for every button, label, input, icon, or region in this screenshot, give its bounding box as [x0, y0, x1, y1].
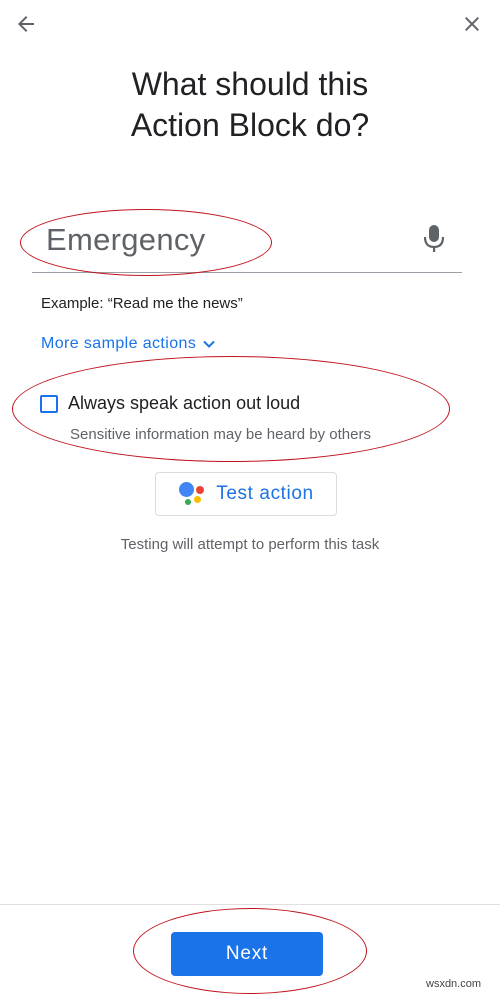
example-text: Example: “Read me the news”: [41, 295, 243, 312]
action-input-value[interactable]: Emergency: [46, 222, 206, 258]
chevron-down-icon: [203, 340, 215, 348]
close-button[interactable]: [454, 6, 490, 42]
google-assistant-icon: [178, 480, 206, 508]
arrow-back-icon: [18, 16, 34, 32]
page-title: What should this Action Block do?: [0, 64, 500, 146]
back-button[interactable]: [8, 6, 44, 42]
testing-hint: Testing will attempt to perform this tas…: [120, 536, 380, 553]
mic-icon: [423, 225, 445, 252]
action-input[interactable]: Emergency: [32, 214, 462, 273]
speak-aloud-checkbox[interactable]: [40, 394, 58, 413]
page-title-line-1: What should this: [131, 66, 369, 102]
test-action-button[interactable]: Test action: [155, 472, 337, 516]
next-button[interactable]: Next: [171, 932, 323, 976]
speak-aloud-label: Always speak action out loud: [68, 393, 301, 413]
close-icon: [465, 17, 479, 31]
speak-aloud-option[interactable]: Always speak action out loud: [40, 393, 300, 414]
more-sample-actions-link[interactable]: More sample actions: [41, 335, 216, 353]
more-sample-actions-label: More sample actions: [41, 335, 197, 352]
mic-button[interactable]: [420, 222, 448, 256]
speak-aloud-sublabel: Sensitive information may be heard by ot…: [70, 426, 371, 443]
footer-divider: [0, 904, 500, 905]
page-title-line-2: Action Block do?: [130, 107, 370, 143]
watermark: wsxdn.com: [426, 978, 482, 990]
test-action-label: Test action: [216, 483, 314, 504]
